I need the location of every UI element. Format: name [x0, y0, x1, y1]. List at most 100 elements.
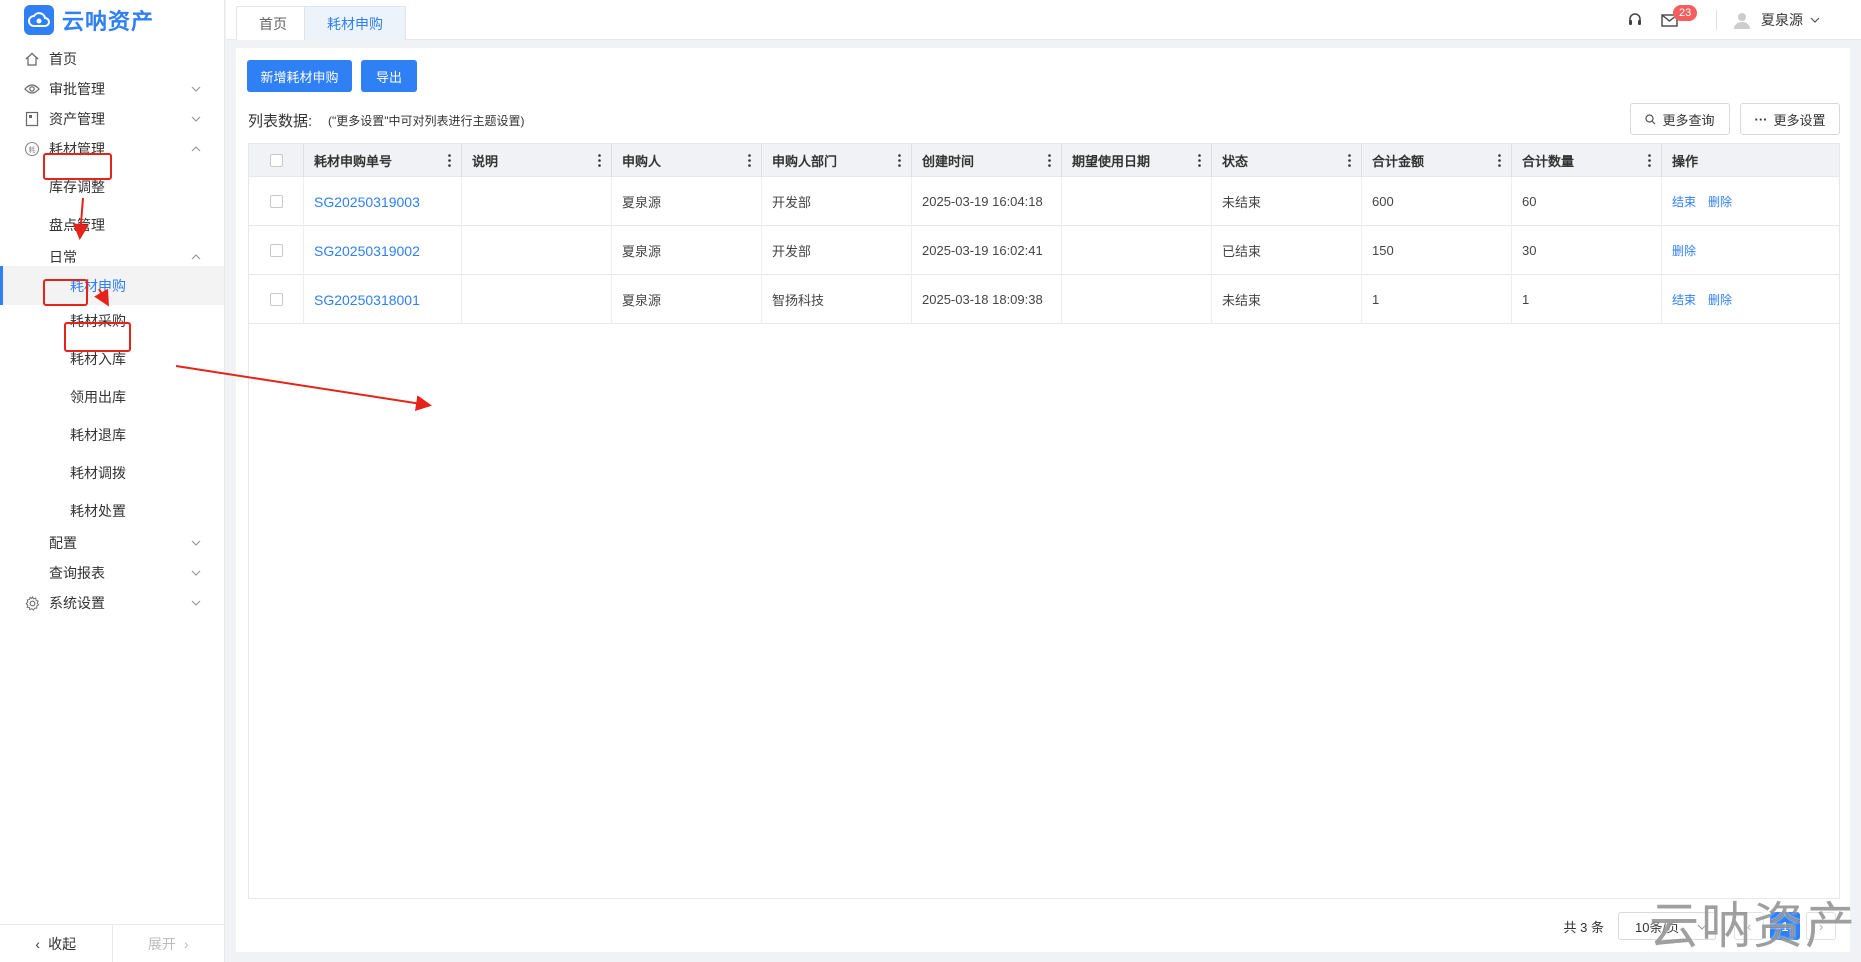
export-button[interactable]: 导出	[361, 60, 417, 92]
column-header: 操作	[1672, 154, 1699, 169]
column-header[interactable]: 期望使用日期	[1062, 144, 1212, 177]
column-header[interactable]: 申购人	[612, 144, 762, 177]
finish-link[interactable]: 结束	[1672, 193, 1696, 210]
row-checkbox-cell	[249, 275, 304, 324]
search-icon	[1645, 113, 1656, 125]
sidebar-item-consumable-transfer[interactable]: 耗材调拨	[0, 456, 224, 490]
consumable-icon: 耗	[24, 141, 40, 157]
annotation-box	[43, 279, 88, 306]
column-header[interactable]: 耗材申购单号	[304, 144, 462, 177]
chevron-down-icon[interactable]	[1809, 14, 1821, 26]
sidebar-item-consumable-disposal[interactable]: 耗材处置	[0, 494, 224, 528]
sidebar-item-system-settings[interactable]: 系统设置	[0, 586, 224, 620]
cell-created: 2025-03-18 18:09:38	[912, 275, 1062, 324]
chevron-down-icon	[191, 540, 201, 546]
column-header[interactable]: 合计金额	[1362, 144, 1512, 177]
finish-link[interactable]: 结束	[1672, 291, 1696, 308]
cell-amount: 150	[1362, 226, 1512, 275]
sidebar-item-config[interactable]: 配置	[0, 526, 224, 560]
sidebar-item-consumable-return[interactable]: 耗材退库	[0, 418, 224, 452]
chevron-down-icon	[191, 600, 201, 606]
cell-expected	[1062, 275, 1212, 324]
cell-ops: 结束 删除	[1662, 177, 1841, 226]
tab-consumable-request[interactable]: 耗材申购	[304, 6, 406, 40]
sidebar-item-requisition-outbound[interactable]: 领用出库	[0, 380, 224, 414]
more-dots-icon: ···	[1754, 111, 1768, 127]
column-header[interactable]: 创建时间	[912, 144, 1062, 177]
sidebar-item-inventory[interactable]: 盘点管理	[0, 208, 224, 242]
sidebar: 云呐资产 首页 审批管理 资产管理 耗 耗材管理 库存调整 盘点管理 日常 耗材…	[0, 0, 225, 962]
sidebar-item-home[interactable]: 首页	[0, 42, 224, 76]
chevron-up-icon	[191, 146, 201, 152]
request-number-link[interactable]: SG20250319002	[304, 226, 462, 275]
chevron-down-icon	[191, 116, 201, 122]
column-menu-icon	[1348, 154, 1351, 167]
cell-expected	[1062, 177, 1212, 226]
cloud-logo-icon	[24, 5, 54, 35]
row-checkbox-cell	[249, 226, 304, 275]
headset-icon[interactable]	[1627, 12, 1643, 28]
cell-qty: 1	[1512, 275, 1662, 324]
asset-icon	[24, 111, 40, 127]
logo[interactable]: 云呐资产	[0, 0, 224, 40]
column-menu-icon	[448, 154, 451, 167]
header-actions: 23 夏泉源	[1627, 0, 1821, 40]
user-avatar[interactable]	[1733, 11, 1751, 29]
sidebar-item-approval[interactable]: 审批管理	[0, 72, 224, 106]
home-icon	[24, 51, 40, 67]
main-content: 新增耗材申购 导出 列表数据: ("更多设置"中可对列表进行主题设置) 更多查询…	[236, 48, 1850, 952]
expand-button[interactable]: 展开 ›	[113, 925, 225, 962]
column-header[interactable]: 说明	[462, 144, 612, 177]
cell-applicant: 夏泉源	[612, 275, 762, 324]
collapse-button[interactable]: ‹ 收起	[0, 925, 113, 962]
cell-ops: 结束 删除	[1662, 275, 1841, 324]
chevron-down-icon	[191, 86, 201, 92]
column-menu-icon	[898, 154, 901, 167]
list-title: 列表数据:	[248, 113, 313, 130]
column-header[interactable]: 申购人部门	[762, 144, 912, 177]
tab-home[interactable]: 首页	[236, 6, 310, 40]
cell-dept: 智扬科技	[762, 275, 912, 324]
more-settings-button[interactable]: ··· 更多设置	[1740, 103, 1840, 135]
cell-amount: 1	[1362, 275, 1512, 324]
column-header[interactable]: 状态	[1212, 144, 1362, 177]
table-row[interactable]: SG20250319002 夏泉源 开发部 2025-03-19 16:02:4…	[249, 226, 1839, 275]
sidebar-item-consumables[interactable]: 耗 耗材管理	[0, 132, 224, 166]
cell-applicant: 夏泉源	[612, 226, 762, 275]
select-all-checkbox[interactable]	[269, 154, 283, 167]
chevron-right-icon: ›	[183, 935, 189, 952]
sidebar-item-stock-adjust[interactable]: 库存调整	[0, 170, 224, 204]
divider	[1716, 10, 1717, 30]
request-number-link[interactable]: SG20250318001	[304, 275, 462, 324]
watermark: 云呐资产	[1649, 897, 1857, 955]
row-checkbox-cell	[249, 177, 304, 226]
sidebar-item-consumable-request[interactable]: 耗材申购	[0, 266, 224, 305]
cell-status: 已结束	[1212, 226, 1362, 275]
delete-link[interactable]: 删除	[1672, 242, 1696, 259]
total-count: 共 3 条	[1563, 919, 1604, 935]
eye-icon	[24, 81, 40, 97]
delete-link[interactable]: 删除	[1708, 291, 1732, 308]
mail-icon[interactable]: 23	[1661, 4, 1698, 27]
cell-expected	[1062, 226, 1212, 275]
sidebar-item-reports[interactable]: 查询报表	[0, 556, 224, 590]
delete-link[interactable]: 删除	[1708, 193, 1732, 210]
notification-badge: 23	[1673, 4, 1698, 21]
sidebar-item-assets[interactable]: 资产管理	[0, 102, 224, 136]
table-row[interactable]: SG20250319003 夏泉源 开发部 2025-03-19 16:04:1…	[249, 177, 1839, 226]
column-menu-icon	[1048, 154, 1051, 167]
user-name[interactable]: 夏泉源	[1761, 10, 1803, 30]
chevron-left-icon: ‹	[35, 935, 41, 952]
top-bar: 首页 耗材申购 23 夏泉源	[226, 0, 1861, 40]
cell-created: 2025-03-19 16:02:41	[912, 226, 1062, 275]
column-header[interactable]: 合计数量	[1512, 144, 1662, 177]
more-query-button[interactable]: 更多查询	[1630, 103, 1730, 135]
request-number-link[interactable]: SG20250319003	[304, 177, 462, 226]
row-checkbox[interactable]	[269, 293, 283, 306]
row-checkbox[interactable]	[269, 195, 283, 208]
table-header: 耗材申购单号 说明 申购人 申购人部门 创建时间 期望使用日期 状态 合计金额 …	[249, 144, 1839, 177]
table-row[interactable]: SG20250318001 夏泉源 智扬科技 2025-03-18 18:09:…	[249, 275, 1839, 324]
cell-desc	[462, 275, 612, 324]
add-consumable-request-button[interactable]: 新增耗材申购	[247, 60, 352, 92]
row-checkbox[interactable]	[269, 244, 283, 257]
